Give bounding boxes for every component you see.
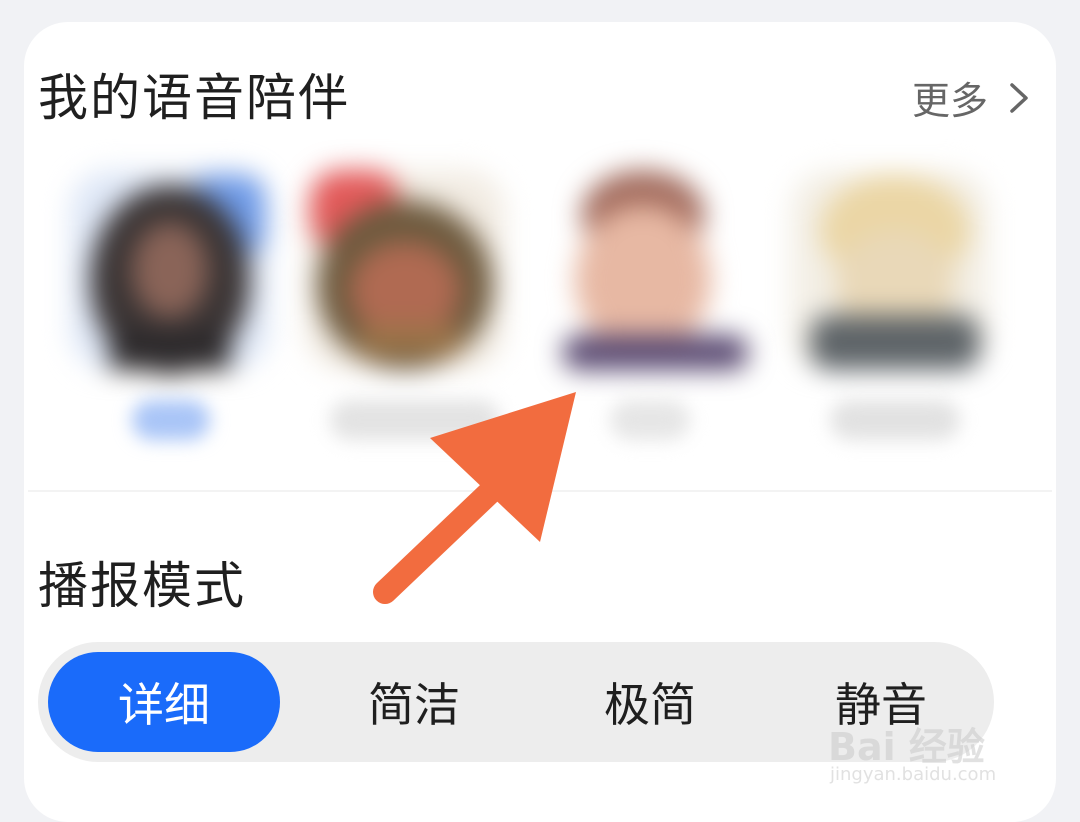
watermark-logo: Bai 经验 jingyan.baidu.com: [820, 712, 1020, 792]
watermark-text: Bai 经验: [828, 725, 985, 769]
mode-option-minimal[interactable]: 极简: [540, 652, 760, 752]
more-link[interactable]: 更多: [912, 70, 1036, 125]
avatar[interactable]: [70, 160, 270, 375]
avatar[interactable]: [790, 160, 990, 375]
voice-companion-title: 我的语音陪伴: [38, 69, 350, 127]
broadcast-mode-title: 播报模式: [38, 557, 246, 615]
mode-option-concise[interactable]: 简洁: [304, 652, 524, 752]
mode-option-detailed[interactable]: 详细: [48, 652, 280, 752]
avatar-label: [330, 400, 500, 440]
section-divider: [28, 490, 1052, 492]
avatar[interactable]: [548, 160, 748, 375]
chevron-right-icon: [1010, 82, 1028, 113]
more-label: 更多: [911, 79, 988, 123]
avatar-label: [830, 400, 960, 440]
avatar[interactable]: [305, 160, 505, 375]
watermark-url: jingyan.baidu.com: [830, 764, 997, 785]
avatar-label: [132, 400, 210, 440]
avatar-label: [610, 400, 690, 440]
